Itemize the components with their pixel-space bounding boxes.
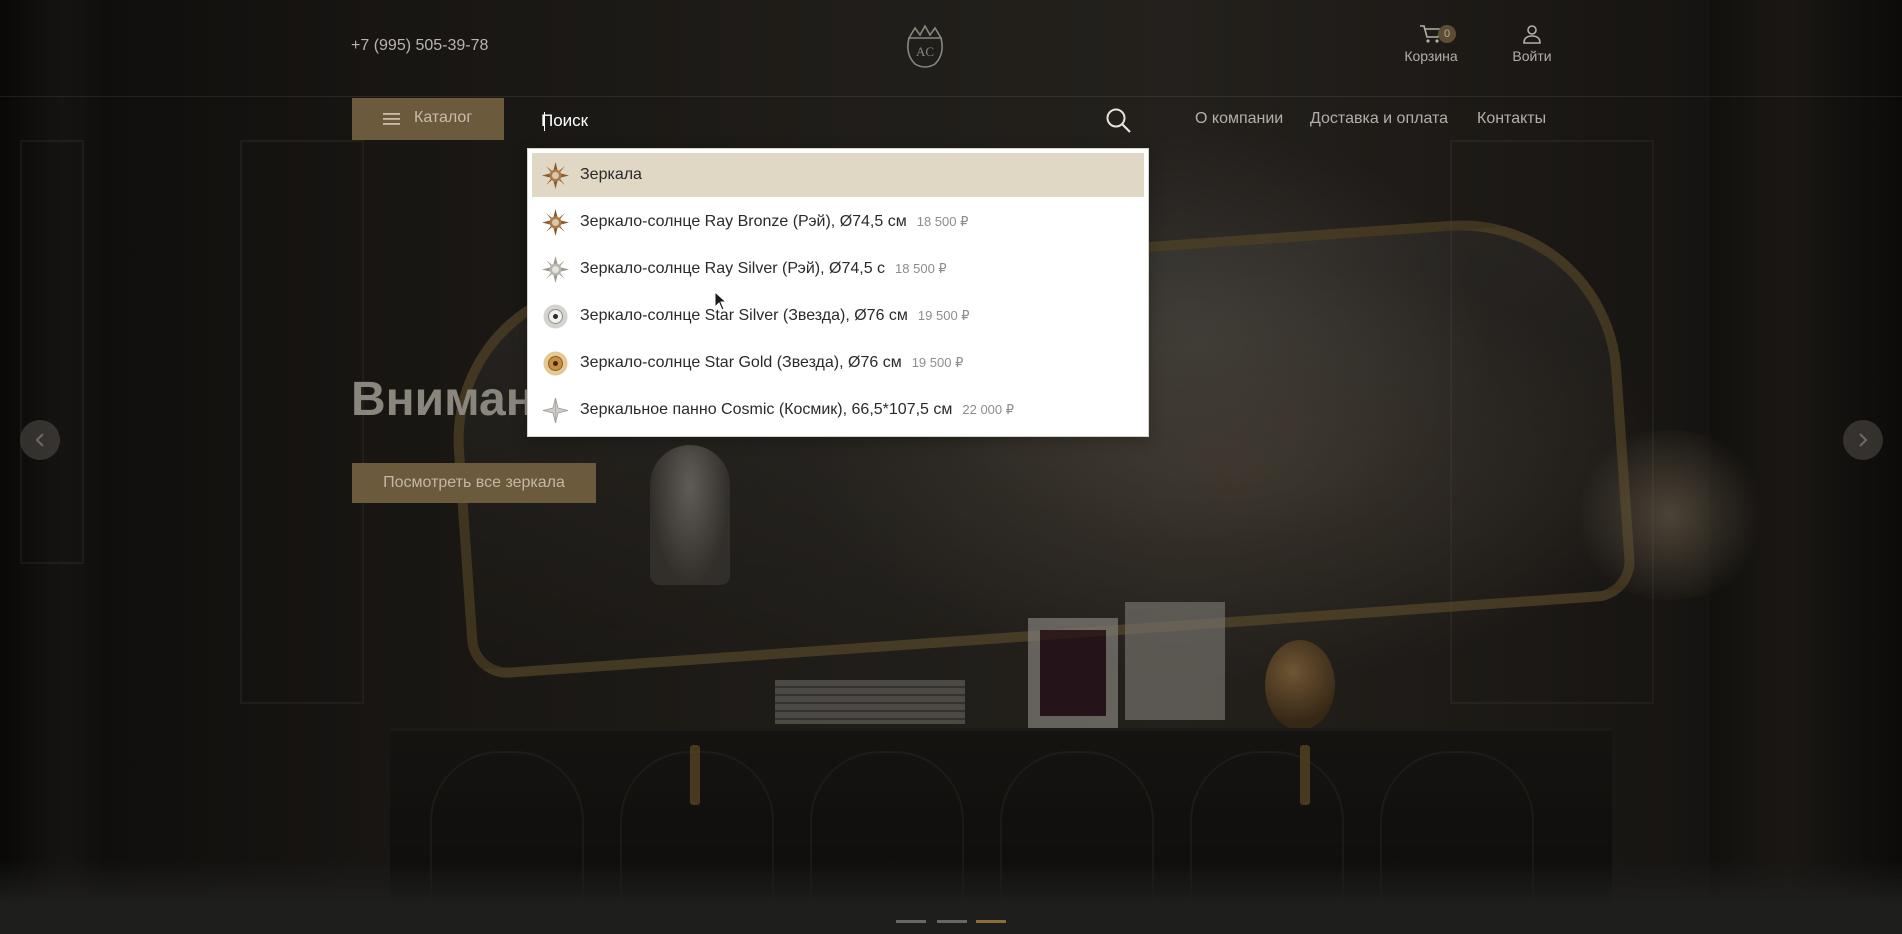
view-all-mirrors-button[interactable]: Посмотреть все зеркала (352, 463, 596, 503)
menu-icon (383, 113, 400, 125)
crown-monogram-logo[interactable]: AC (903, 24, 947, 70)
catalog-label: Каталог (414, 109, 473, 126)
catalog-button[interactable]: Каталог (352, 98, 504, 140)
sun-mirror-silver-icon (542, 256, 569, 283)
suggestion-name: Зеркала (580, 166, 642, 183)
hero-title: Вниман (351, 373, 535, 426)
suggestion-price: 19 500 ₽ (917, 308, 970, 323)
slider-dot-3[interactable] (976, 920, 1006, 923)
suggestion-price: 18 500 ₽ (916, 214, 969, 229)
slider-dot-1[interactable] (896, 920, 926, 923)
nav-link-about[interactable]: О компании (1195, 110, 1283, 128)
slider-next-arrow[interactable] (1843, 420, 1883, 460)
search-input[interactable] (541, 108, 1061, 134)
nav-link-delivery[interactable]: Доставка и оплата (1310, 110, 1448, 128)
top-bar (0, 0, 1902, 97)
cart-count-badge: 0 (1438, 25, 1456, 43)
suggestion-item[interactable]: Зеркало-солнце Ray Bronze (Рэй), Ø74,5 с… (532, 200, 1144, 244)
suggestion-price: 22 000 ₽ (962, 402, 1015, 417)
slider-prev-arrow[interactable] (20, 420, 60, 460)
suggestion-item[interactable]: Зеркало-солнце Ray Silver (Рэй), Ø74,5 с… (532, 247, 1144, 291)
user-icon (1520, 24, 1544, 44)
chevron-right-icon (1859, 433, 1868, 447)
sun-mirror-bronze-icon (542, 162, 569, 189)
search-icon[interactable] (1105, 107, 1133, 135)
slider-dot-2[interactable] (937, 920, 967, 923)
phone-number[interactable]: +7 (995) 505-39-78 (351, 37, 488, 55)
star-mirror-silver-icon (543, 304, 568, 329)
login-button[interactable]: Войти (1508, 24, 1556, 64)
suggestion-item[interactable]: Зеркало-солнце Star Gold (Звезда), Ø76 с… (532, 341, 1144, 385)
suggestion-name: Зеркало-солнце Ray Silver (Рэй), Ø74,5 с (580, 260, 886, 277)
suggestion-name: Зеркало-солнце Star Silver (Звезда), Ø76… (580, 307, 908, 324)
login-label: Войти (1512, 48, 1552, 64)
star-mirror-gold-icon (543, 351, 568, 376)
chevron-left-icon (35, 433, 44, 447)
mouse-cursor-icon (714, 291, 728, 311)
search-suggestions-dropdown: Зеркала Зеркало-солнце Ray Bronze (Рэй),… (527, 148, 1149, 437)
cart-button[interactable]: 0 Корзина (1400, 24, 1462, 64)
cosmic-panel-icon (542, 397, 569, 424)
cart-label: Корзина (1404, 48, 1458, 64)
suggestion-item[interactable]: Зеркало-солнце Star Silver (Звезда), Ø76… (532, 294, 1144, 338)
text-caret (544, 112, 545, 131)
suggestion-name: Зеркальное панно Cosmic (Космик), 66,5*1… (580, 401, 953, 418)
suggestion-name: Зеркало-солнце Ray Bronze (Рэй), Ø74,5 с… (580, 213, 907, 230)
nav-link-contacts[interactable]: Контакты (1477, 110, 1546, 128)
suggestion-price: 19 500 ₽ (911, 355, 964, 370)
search-bar (527, 98, 1149, 146)
suggestion-price: 18 500 ₽ (895, 261, 947, 276)
suggestion-name: Зеркало-солнце Star Gold (Звезда), Ø76 с… (580, 354, 902, 371)
sun-mirror-bronze-icon (542, 209, 569, 236)
suggestion-item[interactable]: Зеркала (532, 153, 1144, 197)
svg-text:AC: AC (916, 44, 934, 59)
suggestion-item[interactable]: Зеркальное панно Cosmic (Космик), 66,5*1… (532, 388, 1144, 432)
